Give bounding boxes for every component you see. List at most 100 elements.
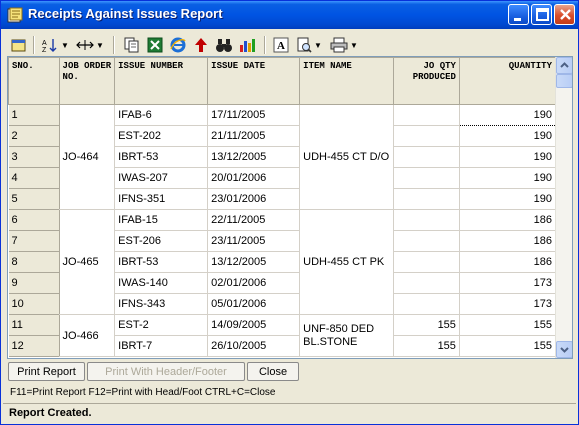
issue-date-cell[interactable]: 22/11/2005 — [207, 209, 301, 231]
find-button[interactable] — [214, 35, 234, 55]
jo-qty-cell[interactable] — [393, 251, 460, 273]
print-with-header-footer-button[interactable]: Print With Header/Footer — [87, 362, 245, 381]
print-preview-button[interactable]: ▼ — [294, 35, 324, 55]
row-number[interactable]: 8 — [8, 251, 60, 273]
issue-date-cell[interactable]: 20/01/2006 — [207, 167, 301, 189]
quantity-cell[interactable]: 155 — [459, 335, 557, 357]
sort-dropdown-icon[interactable]: ▼ — [61, 41, 69, 50]
sort-button[interactable]: AZ ▼ — [39, 35, 71, 55]
issue-number-cell[interactable]: IFNS-343 — [114, 293, 209, 315]
font-button[interactable]: A — [271, 35, 291, 55]
scroll-thumb[interactable] — [556, 74, 572, 88]
column-header-quantity[interactable]: QUANTITY — [458, 57, 557, 105]
jo-qty-cell[interactable] — [393, 104, 460, 126]
jo-qty-cell[interactable] — [393, 209, 460, 231]
issue-number-cell[interactable]: EST-202 — [114, 125, 209, 147]
row-number[interactable]: 3 — [8, 146, 60, 168]
issue-number-cell[interactable]: EST-206 — [114, 230, 209, 252]
row-number[interactable]: 7 — [8, 230, 60, 252]
quantity-cell[interactable]: 186 — [459, 209, 557, 231]
issue-date-cell[interactable]: 23/11/2005 — [207, 230, 301, 252]
column-header-issue-number[interactable]: ISSUE NUMBER — [114, 57, 209, 105]
issue-number-cell[interactable]: IBRT-53 — [114, 251, 209, 273]
title-bar[interactable]: Receipts Against Issues Report — [1, 1, 578, 29]
jo-qty-cell[interactable] — [393, 125, 460, 147]
column-width-dropdown-icon[interactable]: ▼ — [96, 41, 104, 50]
row-number[interactable]: 1 — [8, 104, 60, 126]
row-number[interactable]: 6 — [8, 209, 60, 231]
quantity-cell[interactable]: 186 — [459, 230, 557, 252]
print-dropdown-icon[interactable]: ▼ — [350, 41, 358, 50]
row-number[interactable]: 10 — [8, 293, 60, 315]
issue-date-cell[interactable]: 26/10/2005 — [207, 335, 301, 357]
issue-number-cell[interactable]: IFNS-351 — [114, 188, 209, 210]
item-name-cell[interactable]: UDH-455 CT PK — [299, 209, 395, 315]
column-header-jo-qty-produced[interactable]: JO QTY PRODUCED — [393, 57, 460, 105]
maximize-button[interactable] — [531, 4, 552, 25]
jo-qty-cell[interactable] — [393, 188, 460, 210]
quantity-cell[interactable]: 190 — [459, 125, 557, 147]
issue-date-cell[interactable]: 02/01/2006 — [207, 272, 301, 294]
issue-date-cell[interactable]: 17/11/2005 — [207, 104, 301, 126]
row-number[interactable]: 9 — [8, 272, 60, 294]
issue-number-cell[interactable]: IFAB-15 — [114, 209, 209, 231]
issue-number-cell[interactable]: IWAS-140 — [114, 272, 209, 294]
quantity-cell[interactable]: 190 — [459, 167, 557, 189]
quantity-cell[interactable]: 173 — [459, 272, 557, 294]
vertical-scrollbar[interactable] — [555, 57, 572, 358]
close-button[interactable]: Close — [247, 362, 299, 381]
toolbar-window-button[interactable] — [9, 35, 29, 55]
issue-date-cell[interactable]: 14/09/2005 — [207, 314, 301, 336]
column-header-sno[interactable]: SNO. — [8, 57, 60, 105]
scroll-down-button[interactable] — [556, 341, 572, 358]
jo-qty-cell[interactable]: 155 — [393, 314, 460, 336]
issue-date-cell[interactable]: 13/12/2005 — [207, 251, 301, 273]
quantity-cell[interactable]: 173 — [459, 293, 557, 315]
issue-number-cell[interactable]: IBRT-53 — [114, 146, 209, 168]
table-row[interactable]: 6 JO-465 IFAB-15 22/11/2005 UDH-455 CT P… — [8, 209, 557, 315]
issue-number-cell[interactable]: IBRT-7 — [114, 335, 209, 357]
column-header-issue-date[interactable]: ISSUE DATE — [207, 57, 301, 105]
table-row[interactable]: 1 JO-464 IFAB-6 17/11/2005 UDH-455 CT D/… — [8, 104, 557, 210]
item-name-cell[interactable]: UNF-850 DED BL.STONE — [299, 314, 395, 357]
job-order-cell[interactable]: JO-465 — [59, 209, 116, 315]
issue-number-cell[interactable]: IFAB-6 — [114, 104, 209, 126]
report-grid[interactable]: SNO. JOB ORDER NO. ISSUE NUMBER ISSUE DA… — [7, 56, 573, 359]
print-preview-dropdown-icon[interactable]: ▼ — [314, 41, 322, 50]
quantity-cell[interactable]: 190 — [459, 188, 557, 210]
quantity-cell-selected[interactable]: 190 — [458, 104, 557, 126]
jo-qty-cell[interactable] — [393, 293, 460, 315]
row-number[interactable]: 5 — [8, 188, 60, 210]
export-excel-button[interactable] — [145, 35, 165, 55]
print-button[interactable]: ▼ — [328, 35, 360, 55]
close-window-button[interactable] — [554, 4, 575, 25]
chart-button[interactable] — [237, 35, 257, 55]
move-up-button[interactable] — [191, 35, 211, 55]
quantity-cell[interactable]: 190 — [459, 146, 557, 168]
quantity-cell[interactable]: 186 — [459, 251, 557, 273]
job-order-cell[interactable]: JO-466 — [59, 314, 116, 357]
print-report-button[interactable]: Print Report — [8, 362, 85, 381]
job-order-cell[interactable]: JO-464 — [59, 104, 116, 210]
quantity-cell[interactable]: 155 — [459, 314, 557, 336]
issue-date-cell[interactable]: 23/01/2006 — [207, 188, 301, 210]
jo-qty-cell[interactable] — [393, 167, 460, 189]
jo-qty-cell[interactable] — [393, 230, 460, 252]
scroll-up-button[interactable] — [556, 57, 572, 74]
column-width-button[interactable]: ▼ — [75, 35, 105, 55]
row-number[interactable]: 11 — [8, 314, 60, 336]
column-header-job-order[interactable]: JOB ORDER NO. — [58, 57, 116, 105]
item-name-cell[interactable]: UDH-455 CT D/O — [299, 104, 395, 210]
issue-date-cell[interactable]: 13/12/2005 — [207, 146, 301, 168]
issue-number-cell[interactable]: IWAS-207 — [114, 167, 209, 189]
jo-qty-cell[interactable]: 155 — [393, 335, 460, 357]
row-number[interactable]: 2 — [8, 125, 60, 147]
jo-qty-cell[interactable] — [393, 146, 460, 168]
row-number[interactable]: 12 — [8, 335, 60, 357]
internet-explorer-button[interactable] — [168, 35, 188, 55]
copy-button[interactable] — [122, 35, 142, 55]
column-header-item-name[interactable]: ITEM NAME — [299, 57, 395, 105]
jo-qty-cell[interactable] — [393, 272, 460, 294]
issue-date-cell[interactable]: 21/11/2005 — [207, 125, 301, 147]
issue-date-cell[interactable]: 05/01/2006 — [207, 293, 301, 315]
